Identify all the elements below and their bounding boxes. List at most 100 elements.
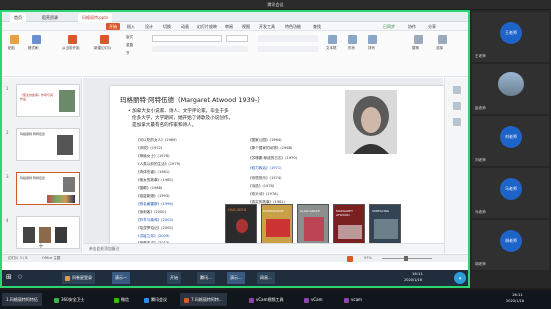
replace-icon[interactable]	[414, 35, 423, 44]
avatar	[498, 72, 524, 96]
book-cover-hag-seed: HAG-SEED	[225, 204, 257, 244]
participant-tile[interactable]: 刘老师 刘老师	[472, 116, 549, 166]
zoom-slider-thumb[interactable]	[404, 256, 408, 261]
participants-panel: 王老师 王老师 赵老师 刘老师 刘老师 马老师 马老师 胡老师 胡老师	[470, 10, 551, 288]
menu-slideshow[interactable]: 幻灯片放映	[194, 23, 220, 30]
textbox-icon[interactable]	[328, 35, 337, 44]
book-cover-maddaddam: MADDADDAM	[261, 204, 293, 244]
slide-thumbnail-4[interactable]	[16, 216, 80, 249]
zoom-level: 97%	[364, 256, 372, 260]
work-item: 《使女的故事》(1985)	[136, 178, 174, 182]
shape-icon[interactable]	[348, 35, 357, 44]
taskbar-item[interactable]: 1.玛格丽特阿特伍	[2, 293, 42, 306]
slide-title[interactable]: 玛格丽特·阿特伍德（Margaret Atwood 1939-）	[120, 94, 264, 104]
taskbar-item[interactable]: 腾讯...	[197, 272, 215, 284]
taskbar-item[interactable]: vCam	[300, 293, 327, 306]
menu-start[interactable]: 开始	[106, 23, 120, 30]
assistant-icon[interactable]: ◉	[454, 272, 466, 284]
menu-review[interactable]: 审阅	[222, 23, 236, 30]
notes-bar[interactable]: 单击此处添加备注	[83, 243, 444, 253]
work-item: 《你很快乐》(1974)	[248, 176, 282, 180]
participant-tile[interactable]: 赵老师	[472, 64, 549, 114]
work-item: 《洪疫之年》(2009)	[136, 234, 170, 238]
participant-tile[interactable]: 王老师 王老师	[472, 12, 549, 62]
font-size-select[interactable]	[226, 35, 248, 42]
play-slideshow-icon[interactable]	[347, 256, 353, 262]
slide-thumbnail-3[interactable]: 玛格丽特·阿特伍德	[16, 172, 80, 205]
portrait-image	[63, 177, 75, 192]
menu-design[interactable]: 设计	[142, 23, 156, 30]
paragraph-group[interactable]	[258, 35, 318, 42]
book-cover-surfacing: SURFACING	[369, 204, 401, 244]
right-tool-strip	[444, 78, 468, 253]
taskbar-item[interactable]: 演示...	[227, 272, 245, 284]
clock-time: 16:11	[412, 271, 423, 276]
alignment-group[interactable]	[258, 46, 318, 52]
taskbar-item[interactable]: 微信	[110, 293, 133, 306]
menu-features[interactable]: 特色功能	[282, 23, 304, 30]
wps-tab-bar: 首页 稻壳资源 玛格丽特.pptx	[2, 12, 468, 22]
format-icon[interactable]	[453, 118, 461, 126]
tab-home[interactable]: 首页	[10, 13, 26, 22]
participant-tile[interactable]: 胡老师 胡老师	[472, 220, 549, 270]
taskbar-item[interactable]: 网易...	[257, 272, 275, 284]
book-cover-alias-grace: ALIAS GRACE	[297, 204, 329, 244]
work-item: 《双头诗》(1978)	[248, 192, 278, 196]
work-item: 《人类以前的生活》(1979)	[136, 162, 181, 166]
taskbar-item[interactable]: 问卷星登录	[62, 272, 95, 284]
search-icon[interactable]: ○	[18, 274, 22, 280]
work-item: 《那个国家的动物》(1968)	[248, 146, 293, 150]
new-slide-icon[interactable]	[100, 35, 109, 44]
menu-search[interactable]: 查找	[310, 23, 324, 30]
reset-button[interactable]: 重置	[126, 43, 133, 48]
share-button[interactable]: 分享	[425, 23, 439, 30]
taskbar-item[interactable]: vCam视频工具	[245, 293, 288, 306]
select-icon[interactable]	[438, 35, 447, 44]
animation-icon[interactable]	[453, 102, 461, 110]
clock-time: 16:11	[512, 292, 523, 297]
paste-icon[interactable]	[10, 35, 19, 44]
menu-devtools[interactable]: 开发工具	[256, 23, 278, 30]
menu-insert[interactable]: 插入	[124, 23, 138, 30]
participant-name: 赵老师	[475, 106, 486, 110]
menu-animation[interactable]: 动画	[178, 23, 192, 30]
image	[55, 227, 67, 243]
taskbar-item[interactable]: 开始	[167, 272, 181, 284]
work-item: 《可以吃的女人》(1969)	[136, 138, 177, 142]
taskbar-item[interactable]: 7.玛格丽特阿特...	[180, 293, 227, 306]
taskbar-item[interactable]: 演示一	[112, 272, 130, 284]
section-button[interactable]: 节	[126, 51, 130, 56]
current-slide[interactable]: 玛格丽特·阿特伍德（Margaret Atwood 1939-） • 加拿大女小…	[110, 86, 444, 246]
participant-tile[interactable]: 马老师 马老师	[472, 168, 549, 218]
slide-count: 幻灯片 3 / 8	[8, 256, 28, 260]
font-name-select[interactable]	[152, 35, 222, 42]
taskbar-item[interactable]: 腾讯会议	[140, 293, 171, 306]
property-icon[interactable]	[453, 86, 461, 94]
collaborate-button[interactable]: 协作	[405, 23, 419, 30]
slide-thumbnail-2[interactable]: 玛格丽特·阿特伍德	[16, 128, 80, 161]
work-item: 《神谕女士》(1976)	[136, 154, 170, 158]
work-item: 《珀涅罗珀记》(2005)	[136, 226, 174, 230]
participant-name: 马老师	[475, 210, 486, 214]
portrait-image	[57, 135, 73, 155]
clock-date: 2020/1/16	[404, 278, 422, 282]
book-cover-margaret-atwood: MARGARET ATWOOD	[333, 204, 365, 244]
taskbar-item[interactable]: 360安全卫士	[50, 293, 89, 306]
menu-view[interactable]: 视图	[239, 23, 253, 30]
layout-button[interactable]: 版式	[126, 35, 133, 40]
menu-transition[interactable]: 切换	[160, 23, 174, 30]
tab-document[interactable]: 玛格丽特.pptx	[78, 13, 113, 22]
font-format-group[interactable]	[152, 46, 248, 52]
work-item: 《猫眼》(1988)	[136, 186, 163, 190]
bullet-line: 是加拿大最有名的作家和诗人。	[132, 123, 197, 128]
windows-start-icon[interactable]: ⊞	[6, 273, 14, 282]
tab-docer[interactable]: 稻壳资源	[38, 13, 62, 22]
play-from-current-icon[interactable]	[68, 35, 77, 44]
participant-name: 王老师	[475, 54, 486, 58]
add-slide-icon[interactable]: +	[38, 242, 44, 250]
arrange-icon[interactable]	[368, 35, 377, 44]
format-painter-icon[interactable]	[32, 35, 41, 44]
slide-thumbnail-1[interactable]: 《使女的故事》作者与其作品	[16, 84, 80, 117]
taskbar-item[interactable]: vcam	[340, 293, 366, 306]
work-item: 《肉体伤害》(1981)	[136, 170, 170, 174]
